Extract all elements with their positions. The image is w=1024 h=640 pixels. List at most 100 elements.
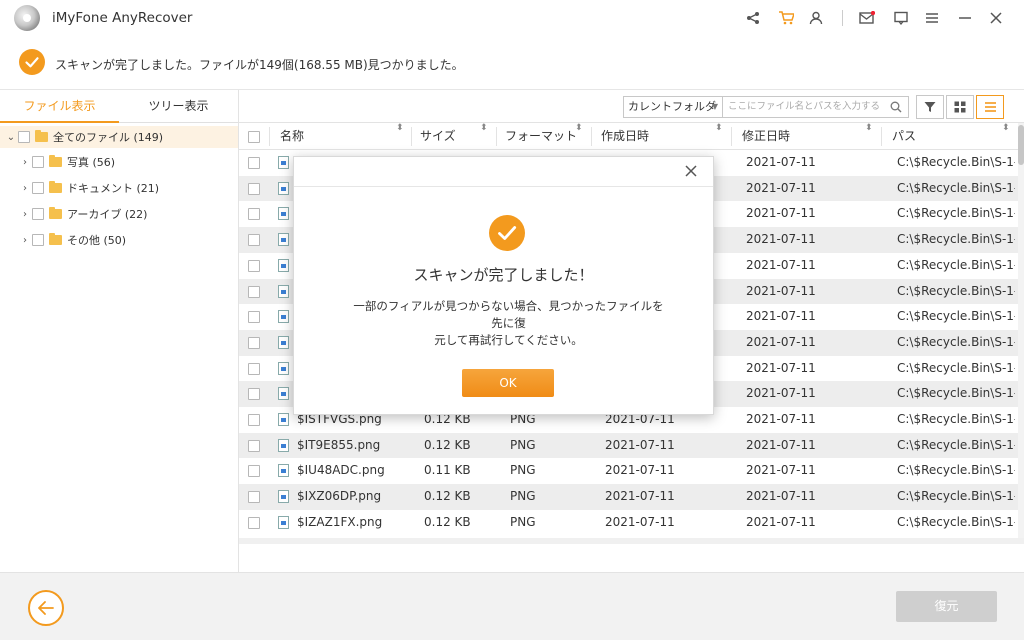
filter-icon <box>924 102 936 112</box>
cell-modified: 2021-07-11 <box>746 283 816 298</box>
column-divider <box>881 127 882 146</box>
row-checkbox[interactable] <box>248 465 260 478</box>
sort-icon[interactable]: ⬍ <box>865 123 873 133</box>
share-icon[interactable] <box>743 8 763 28</box>
sort-icon[interactable]: ⬍ <box>396 123 404 133</box>
table-header: 名称 ⬍ サイズ ⬍ フォーマット ⬍ 作成日時 ⬍ 修正日時 ⬍ パス ⬍ <box>239 123 1018 150</box>
horizontal-scrollbar[interactable] <box>239 538 1024 544</box>
dialog-close-button[interactable] <box>681 161 701 181</box>
checkbox[interactable] <box>32 156 44 168</box>
vertical-scrollbar-thumb[interactable] <box>1018 125 1024 165</box>
arrow-left-icon <box>38 601 54 615</box>
image-file-icon <box>278 284 289 298</box>
select-all-checkbox[interactable] <box>248 131 260 143</box>
chevron-down-icon[interactable]: ⌄ <box>4 132 18 143</box>
cell-modified: 2021-07-11 <box>746 386 816 401</box>
table-row[interactable]: $IU48ADC.png 0.11 KB PNG 2021-07-11 2021-07-… <box>239 458 1018 484</box>
chevron-right-icon[interactable]: › <box>18 209 32 220</box>
row-checkbox[interactable] <box>248 439 260 452</box>
ok-button[interactable]: OK <box>462 369 554 397</box>
table-row[interactable]: $IZAZ1FX.png 0.12 KB PNG 2021-07-11 2021-07-… <box>239 510 1018 536</box>
dialog-message-line: 元して再試行してください。 <box>434 333 583 347</box>
row-checkbox[interactable] <box>248 234 260 247</box>
column-header-format[interactable]: フォーマット <box>505 123 577 150</box>
row-checkbox[interactable] <box>248 311 260 324</box>
image-file-icon <box>278 233 289 247</box>
list-icon <box>984 102 996 112</box>
tree-item-label: 全てのファイル (149) <box>53 131 164 144</box>
cell-path: C:\$Recycle.Bin\S-1-... <box>897 334 1015 349</box>
column-header-modified[interactable]: 修正日時 <box>742 123 790 150</box>
table-row[interactable]: $IT9E855.png 0.12 KB PNG 2021-07-11 2021-07-… <box>239 432 1018 459</box>
checkbox[interactable] <box>18 131 30 143</box>
row-checkbox[interactable] <box>248 516 260 529</box>
minimize-icon[interactable] <box>955 8 975 28</box>
checkbox[interactable] <box>32 182 44 194</box>
row-checkbox[interactable] <box>248 182 260 195</box>
sort-icon[interactable]: ⬍ <box>575 123 583 133</box>
column-header-created[interactable]: 作成日時 <box>601 123 649 150</box>
sort-icon[interactable]: ⬍ <box>1002 123 1010 133</box>
tree-item-photos[interactable]: › 写真 (56) <box>18 151 115 173</box>
cell-modified: 2021-07-11 <box>746 412 816 426</box>
image-file-icon <box>278 181 289 195</box>
column-divider <box>411 127 412 146</box>
sort-icon[interactable]: ⬍ <box>480 123 488 133</box>
dropdown-arrow-icon[interactable]: ▼ <box>712 97 718 117</box>
user-icon[interactable] <box>806 8 826 28</box>
cell-modified: 2021-07-11 <box>746 334 816 349</box>
row-checkbox[interactable] <box>248 414 260 426</box>
recover-button[interactable]: 復元 <box>896 591 997 622</box>
feedback-icon[interactable] <box>891 8 911 28</box>
close-icon[interactable] <box>986 8 1006 28</box>
row-checkbox[interactable] <box>248 208 260 221</box>
cell-path: C:\$Recycle.Bin\S-1-... <box>897 232 1015 247</box>
tree-item-all-files[interactable]: ⌄ 全てのファイル (149) <box>0 126 238 148</box>
chevron-right-icon[interactable]: › <box>18 157 32 168</box>
cell-name: $IZAZ1FX.png <box>297 514 383 529</box>
column-header-size[interactable]: サイズ <box>420 123 456 150</box>
tab-tree-view[interactable]: ツリー表示 <box>119 90 238 123</box>
image-file-icon <box>278 438 289 452</box>
row-checkbox[interactable] <box>248 157 260 169</box>
cell-path: C:\$Recycle.Bin\S-1-... <box>897 180 1015 195</box>
row-checkbox[interactable] <box>248 388 260 401</box>
column-header-path[interactable]: パス <box>892 123 916 150</box>
filter-button[interactable] <box>916 95 944 119</box>
cell-name: $IT9E855.png <box>297 437 381 452</box>
cell-modified: 2021-07-11 <box>746 360 816 375</box>
cell-created: 2021-07-11 <box>605 489 675 504</box>
table-row[interactable]: $IXZ06DP.png 0.12 KB PNG 2021-07-11 2021-07-… <box>239 484 1018 510</box>
location-select[interactable]: カレントフォルダ ▼ <box>623 96 723 118</box>
cell-path: C:\$Recycle.Bin\S-1-... <box>897 257 1015 272</box>
tree-item-documents[interactable]: › ドキュメント (21) <box>18 177 159 199</box>
tree-item-others[interactable]: › その他 (50) <box>18 229 126 251</box>
chevron-right-icon[interactable]: › <box>18 235 32 246</box>
cart-icon[interactable] <box>776 8 796 28</box>
search-icon[interactable] <box>890 97 902 119</box>
list-view-button[interactable] <box>976 95 1004 119</box>
cell-created: 2021-07-11 <box>605 437 675 452</box>
checkbox[interactable] <box>32 208 44 220</box>
checkbox[interactable] <box>32 234 44 246</box>
search-input[interactable]: ここにファイル名とパスを入力する <box>723 96 909 118</box>
tab-file-view[interactable]: ファイル表示 <box>0 90 119 123</box>
vertical-scrollbar-track[interactable] <box>1018 123 1024 538</box>
grid-view-button[interactable] <box>946 95 974 119</box>
sort-icon[interactable]: ⬍ <box>715 123 723 133</box>
menu-icon[interactable] <box>922 8 942 28</box>
cell-modified: 2021-07-11 <box>746 489 816 504</box>
column-header-name[interactable]: 名称 <box>280 123 304 150</box>
row-checkbox[interactable] <box>248 491 260 504</box>
folder-icon <box>49 155 62 167</box>
row-checkbox[interactable] <box>248 362 260 375</box>
tree-item-archives[interactable]: › アーカイブ (22) <box>18 203 147 225</box>
back-button[interactable] <box>28 590 64 626</box>
row-checkbox[interactable] <box>248 259 260 272</box>
row-checkbox[interactable] <box>248 336 260 349</box>
cell-modified: 2021-07-11 <box>746 206 816 221</box>
row-checkbox[interactable] <box>248 285 260 298</box>
image-file-icon <box>278 464 289 478</box>
mail-icon[interactable] <box>857 8 877 28</box>
chevron-right-icon[interactable]: › <box>18 183 32 194</box>
